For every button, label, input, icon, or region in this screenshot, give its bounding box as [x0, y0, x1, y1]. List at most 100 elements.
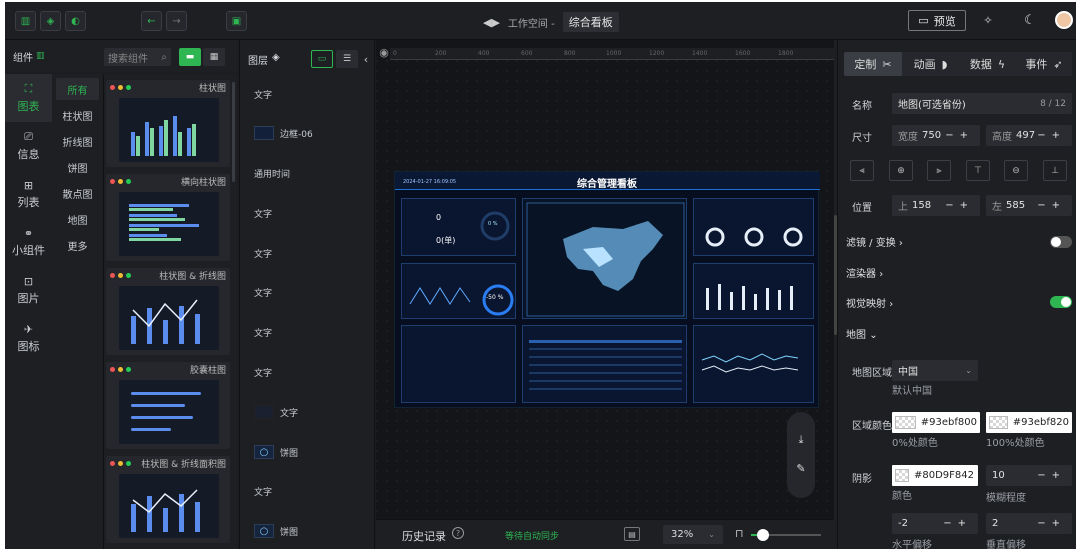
component-card-bar[interactable]: 柱状图: [106, 80, 230, 167]
layer-item[interactable]: 文字: [254, 88, 272, 101]
filter-toggle[interactable]: [1050, 236, 1072, 248]
undo-button[interactable]: ←: [141, 11, 162, 31]
visual-map-section[interactable]: 视觉映射 ›: [846, 295, 893, 310]
height-input[interactable]: 高度 497 −+: [986, 125, 1072, 146]
width-input[interactable]: 宽度 750 −+: [892, 125, 980, 146]
zoom-slider[interactable]: [751, 529, 821, 541]
subcat-bar[interactable]: 柱状图: [56, 104, 99, 126]
align-hcenter-icon[interactable]: ⊕: [889, 160, 913, 181]
blur-input[interactable]: 10 −+: [986, 465, 1072, 486]
visual-map-toggle[interactable]: [1050, 296, 1072, 308]
align-bottom-icon[interactable]: ⊥: [1043, 160, 1067, 181]
layer-item[interactable]: 文字: [254, 247, 272, 260]
align-left-icon[interactable]: ⫷: [850, 160, 874, 181]
rail-item-info[interactable]: ⎚ 信息: [5, 122, 52, 170]
edit-icon[interactable]: ✎: [787, 454, 815, 482]
redo-button[interactable]: →: [166, 11, 187, 31]
component-card-capsule[interactable]: 胶囊柱图: [106, 362, 230, 449]
moon-icon[interactable]: ☾: [1022, 12, 1038, 28]
grid-view-button[interactable]: ▦: [203, 48, 225, 66]
offset-x-input[interactable]: -2 −+: [892, 513, 978, 534]
rail-item-widget[interactable]: ⚭ 小组件: [5, 218, 52, 266]
shadow-color-input[interactable]: #80D9F842: [892, 465, 978, 486]
align-right-icon[interactable]: ⫸: [927, 160, 951, 181]
stepper-icon[interactable]: −+: [945, 200, 974, 211]
component-card-bar-line[interactable]: 柱状图 & 折线图: [106, 268, 230, 355]
component-card-hbar[interactable]: 横向柱状图: [106, 174, 230, 261]
rail-item-chart[interactable]: ⛶ 图表: [5, 74, 52, 122]
single-view-button[interactable]: ▬: [179, 48, 201, 66]
stepper-icon[interactable]: −+: [1037, 200, 1066, 211]
top-input[interactable]: 上 158 −+: [892, 195, 980, 216]
stepper-icon[interactable]: −+: [1037, 470, 1066, 481]
layers-toggle-button[interactable]: ◈: [40, 11, 61, 31]
map-area-select[interactable]: 中国 ⌄: [892, 360, 978, 381]
subcat-map[interactable]: 地图: [56, 208, 99, 230]
renderer-section[interactable]: 渲染器 ›: [846, 265, 883, 280]
dashboard-preview[interactable]: 综合管理看板 2024-01-27 16:09:05 0 0(单) 0 % -5…: [394, 171, 820, 408]
subcat-line[interactable]: 折线图: [56, 130, 99, 152]
layer-item[interactable]: 边框-06: [254, 126, 313, 140]
subcat-scatter[interactable]: 散点图: [56, 182, 99, 204]
layer-item[interactable]: 文字: [254, 366, 272, 379]
lock-icon[interactable]: ⊓: [735, 527, 744, 540]
align-vcenter-icon[interactable]: ⊖: [1004, 160, 1028, 181]
layer-item[interactable]: 文字: [254, 286, 272, 299]
list-view-button[interactable]: ☰: [336, 50, 358, 68]
filter-section[interactable]: 滤镜 / 变换 ›: [846, 234, 903, 249]
stepper-icon[interactable]: −+: [1037, 518, 1066, 529]
layer-item[interactable]: ○ 饼图: [254, 445, 298, 459]
chevron-right-icon: ›: [879, 269, 884, 280]
layer-item[interactable]: 文字: [254, 405, 298, 419]
stepper-icon[interactable]: −+: [1037, 130, 1066, 141]
help-icon[interactable]: ?: [452, 527, 464, 539]
tab-data[interactable]: 数据 ϟ: [959, 52, 1016, 76]
rail-item-list[interactable]: ⊞ 列表: [5, 170, 52, 218]
zoom-select[interactable]: 32% ⌄: [663, 525, 723, 544]
layer-item[interactable]: 文字: [254, 207, 272, 220]
subcat-more[interactable]: 更多: [56, 234, 99, 256]
left-input[interactable]: 左 585 −+: [986, 195, 1072, 216]
name-input[interactable]: 地图(可选省份) 8 / 12: [892, 93, 1072, 114]
search-input[interactable]: 搜索组件 ⌕: [104, 48, 171, 66]
minimap-icon[interactable]: ▤: [624, 527, 640, 541]
save-button[interactable]: ▣: [226, 11, 247, 31]
preview-button[interactable]: ▭ 预览: [908, 10, 966, 31]
color-input-end[interactable]: #93ebf820: [986, 412, 1072, 433]
avatar[interactable]: [1055, 11, 1073, 29]
download-icon[interactable]: ⤓: [787, 426, 815, 454]
stepper-icon[interactable]: −+: [945, 130, 974, 141]
magic-wand-icon[interactable]: ✧: [980, 12, 996, 28]
layer-item[interactable]: 文字: [254, 326, 272, 339]
layer-item[interactable]: 文字: [254, 485, 272, 498]
layer-item[interactable]: 通用时间: [254, 167, 290, 180]
design-canvas[interactable]: ◉ 0 200 400 600 800 1000 1200 1400 1600 1800 综合管理…: [376, 40, 834, 549]
eye-icon[interactable]: ◉: [378, 45, 390, 59]
project-name[interactable]: 综合看板: [562, 12, 619, 32]
map-panel[interactable]: [522, 198, 687, 319]
chart-toggle-button[interactable]: ▥: [15, 11, 36, 31]
subcat-all[interactable]: 所有: [56, 78, 99, 100]
history-button[interactable]: 历史记录: [402, 528, 446, 544]
tab-customize[interactable]: 定制 ✂: [844, 52, 902, 76]
rail-item-icon[interactable]: ✈ 图标: [5, 314, 52, 362]
layer-item[interactable]: ○ 饼图: [254, 524, 298, 538]
rail-item-image[interactable]: ⊡ 图片: [5, 266, 52, 314]
horizontal-ruler[interactable]: 0 200 400 600 800 1000 1200 1400 1600 1800: [390, 48, 834, 61]
tab-animation[interactable]: 动画 ◗: [902, 52, 959, 76]
icons-icon: ✈: [23, 322, 34, 336]
offset-y-input[interactable]: 2 −+: [986, 513, 1072, 534]
thumbnail-view-button[interactable]: ▭: [311, 50, 333, 68]
component-list-scrollbar[interactable]: [232, 82, 235, 182]
component-card-bar-area[interactable]: 柱状图 & 折线面积图: [106, 456, 230, 543]
subcat-pie[interactable]: 饼图: [56, 156, 99, 178]
stepper-icon[interactable]: −+: [943, 518, 972, 529]
tab-events[interactable]: 事件 ➶: [1016, 52, 1072, 76]
collapse-icon[interactable]: ‹: [361, 50, 371, 68]
color-end-hint: 100%处颜色: [986, 438, 1045, 449]
align-top-icon[interactable]: ⊤: [966, 160, 990, 181]
color-input-start[interactable]: #93ebf800: [892, 412, 980, 433]
theme-toggle-button[interactable]: ◐: [65, 11, 86, 31]
map-section[interactable]: 地图 ⌄: [846, 326, 878, 341]
zoom-slider-handle[interactable]: [757, 529, 769, 541]
